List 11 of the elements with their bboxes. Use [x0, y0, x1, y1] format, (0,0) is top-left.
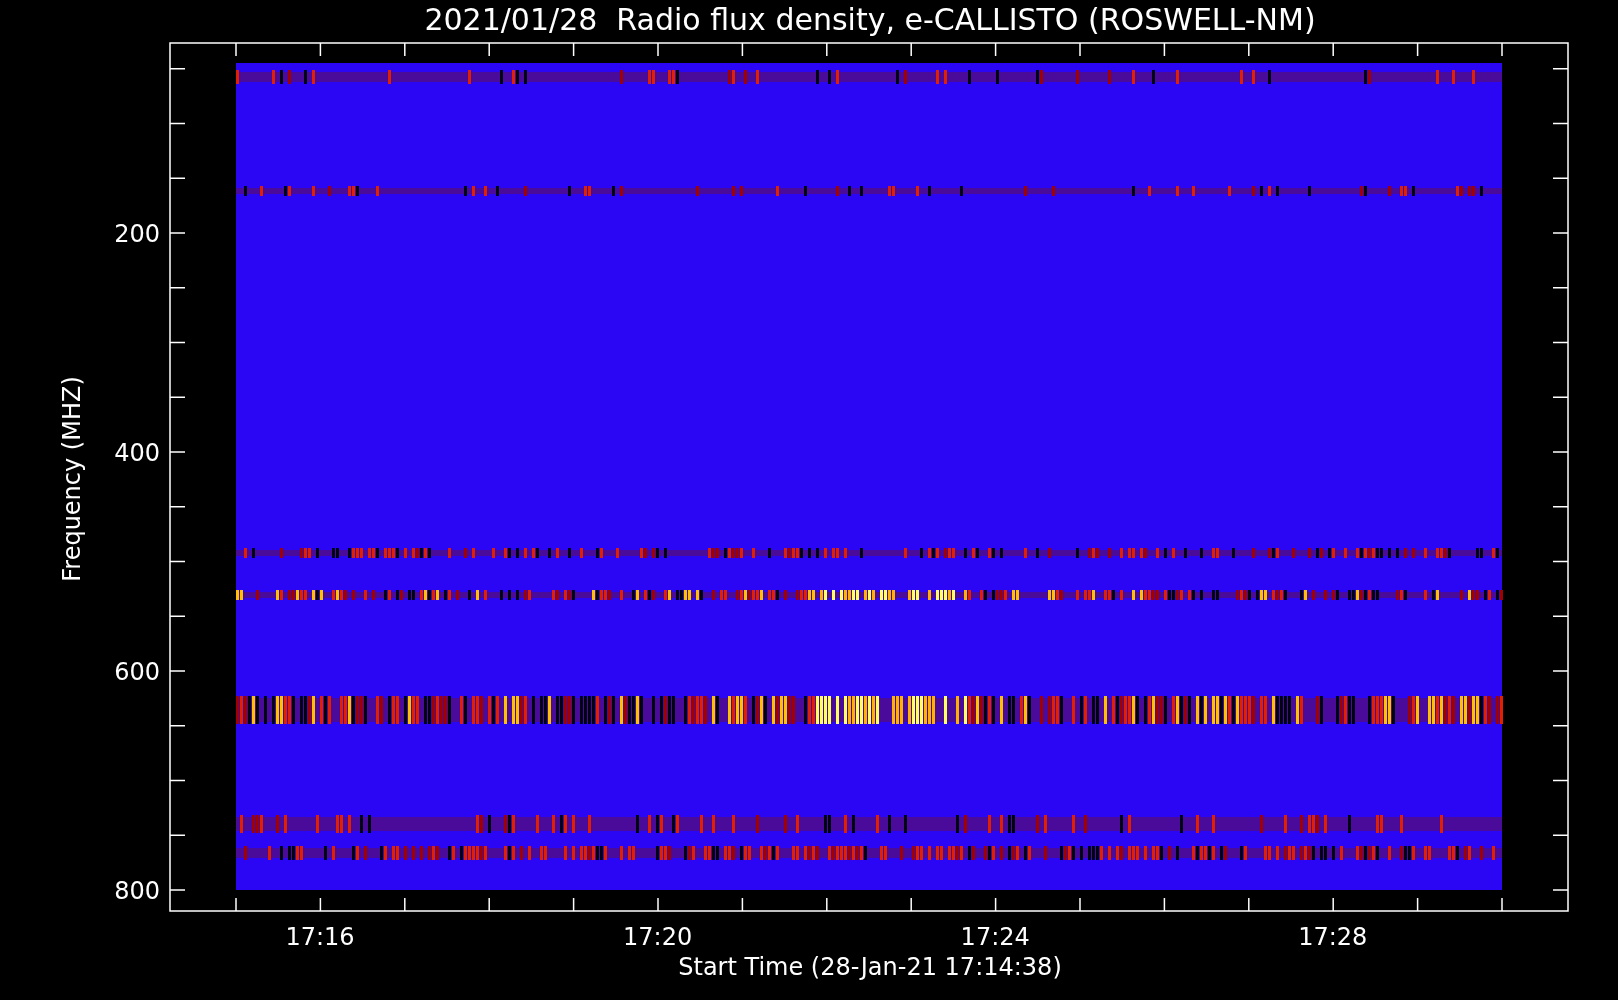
- tick-label: 800: [114, 877, 160, 905]
- tick-label: 400: [114, 439, 160, 467]
- tick-label: 600: [114, 658, 160, 686]
- axis-label: Start Time (28-Jan-21 17:14:38): [678, 953, 1062, 981]
- tick-label: 17:24: [960, 923, 1030, 951]
- plot-title: 2021/01/28 Radio flux density, e-CALLISTO (ROSWELL-NM): [424, 2, 1316, 37]
- tick-label: 17:20: [623, 923, 693, 951]
- tick-label: 200: [114, 220, 160, 248]
- axis-label: Frequency (MHZ): [58, 376, 86, 582]
- tick-label: 17:28: [1298, 923, 1368, 951]
- tick-label: 17:16: [285, 923, 355, 951]
